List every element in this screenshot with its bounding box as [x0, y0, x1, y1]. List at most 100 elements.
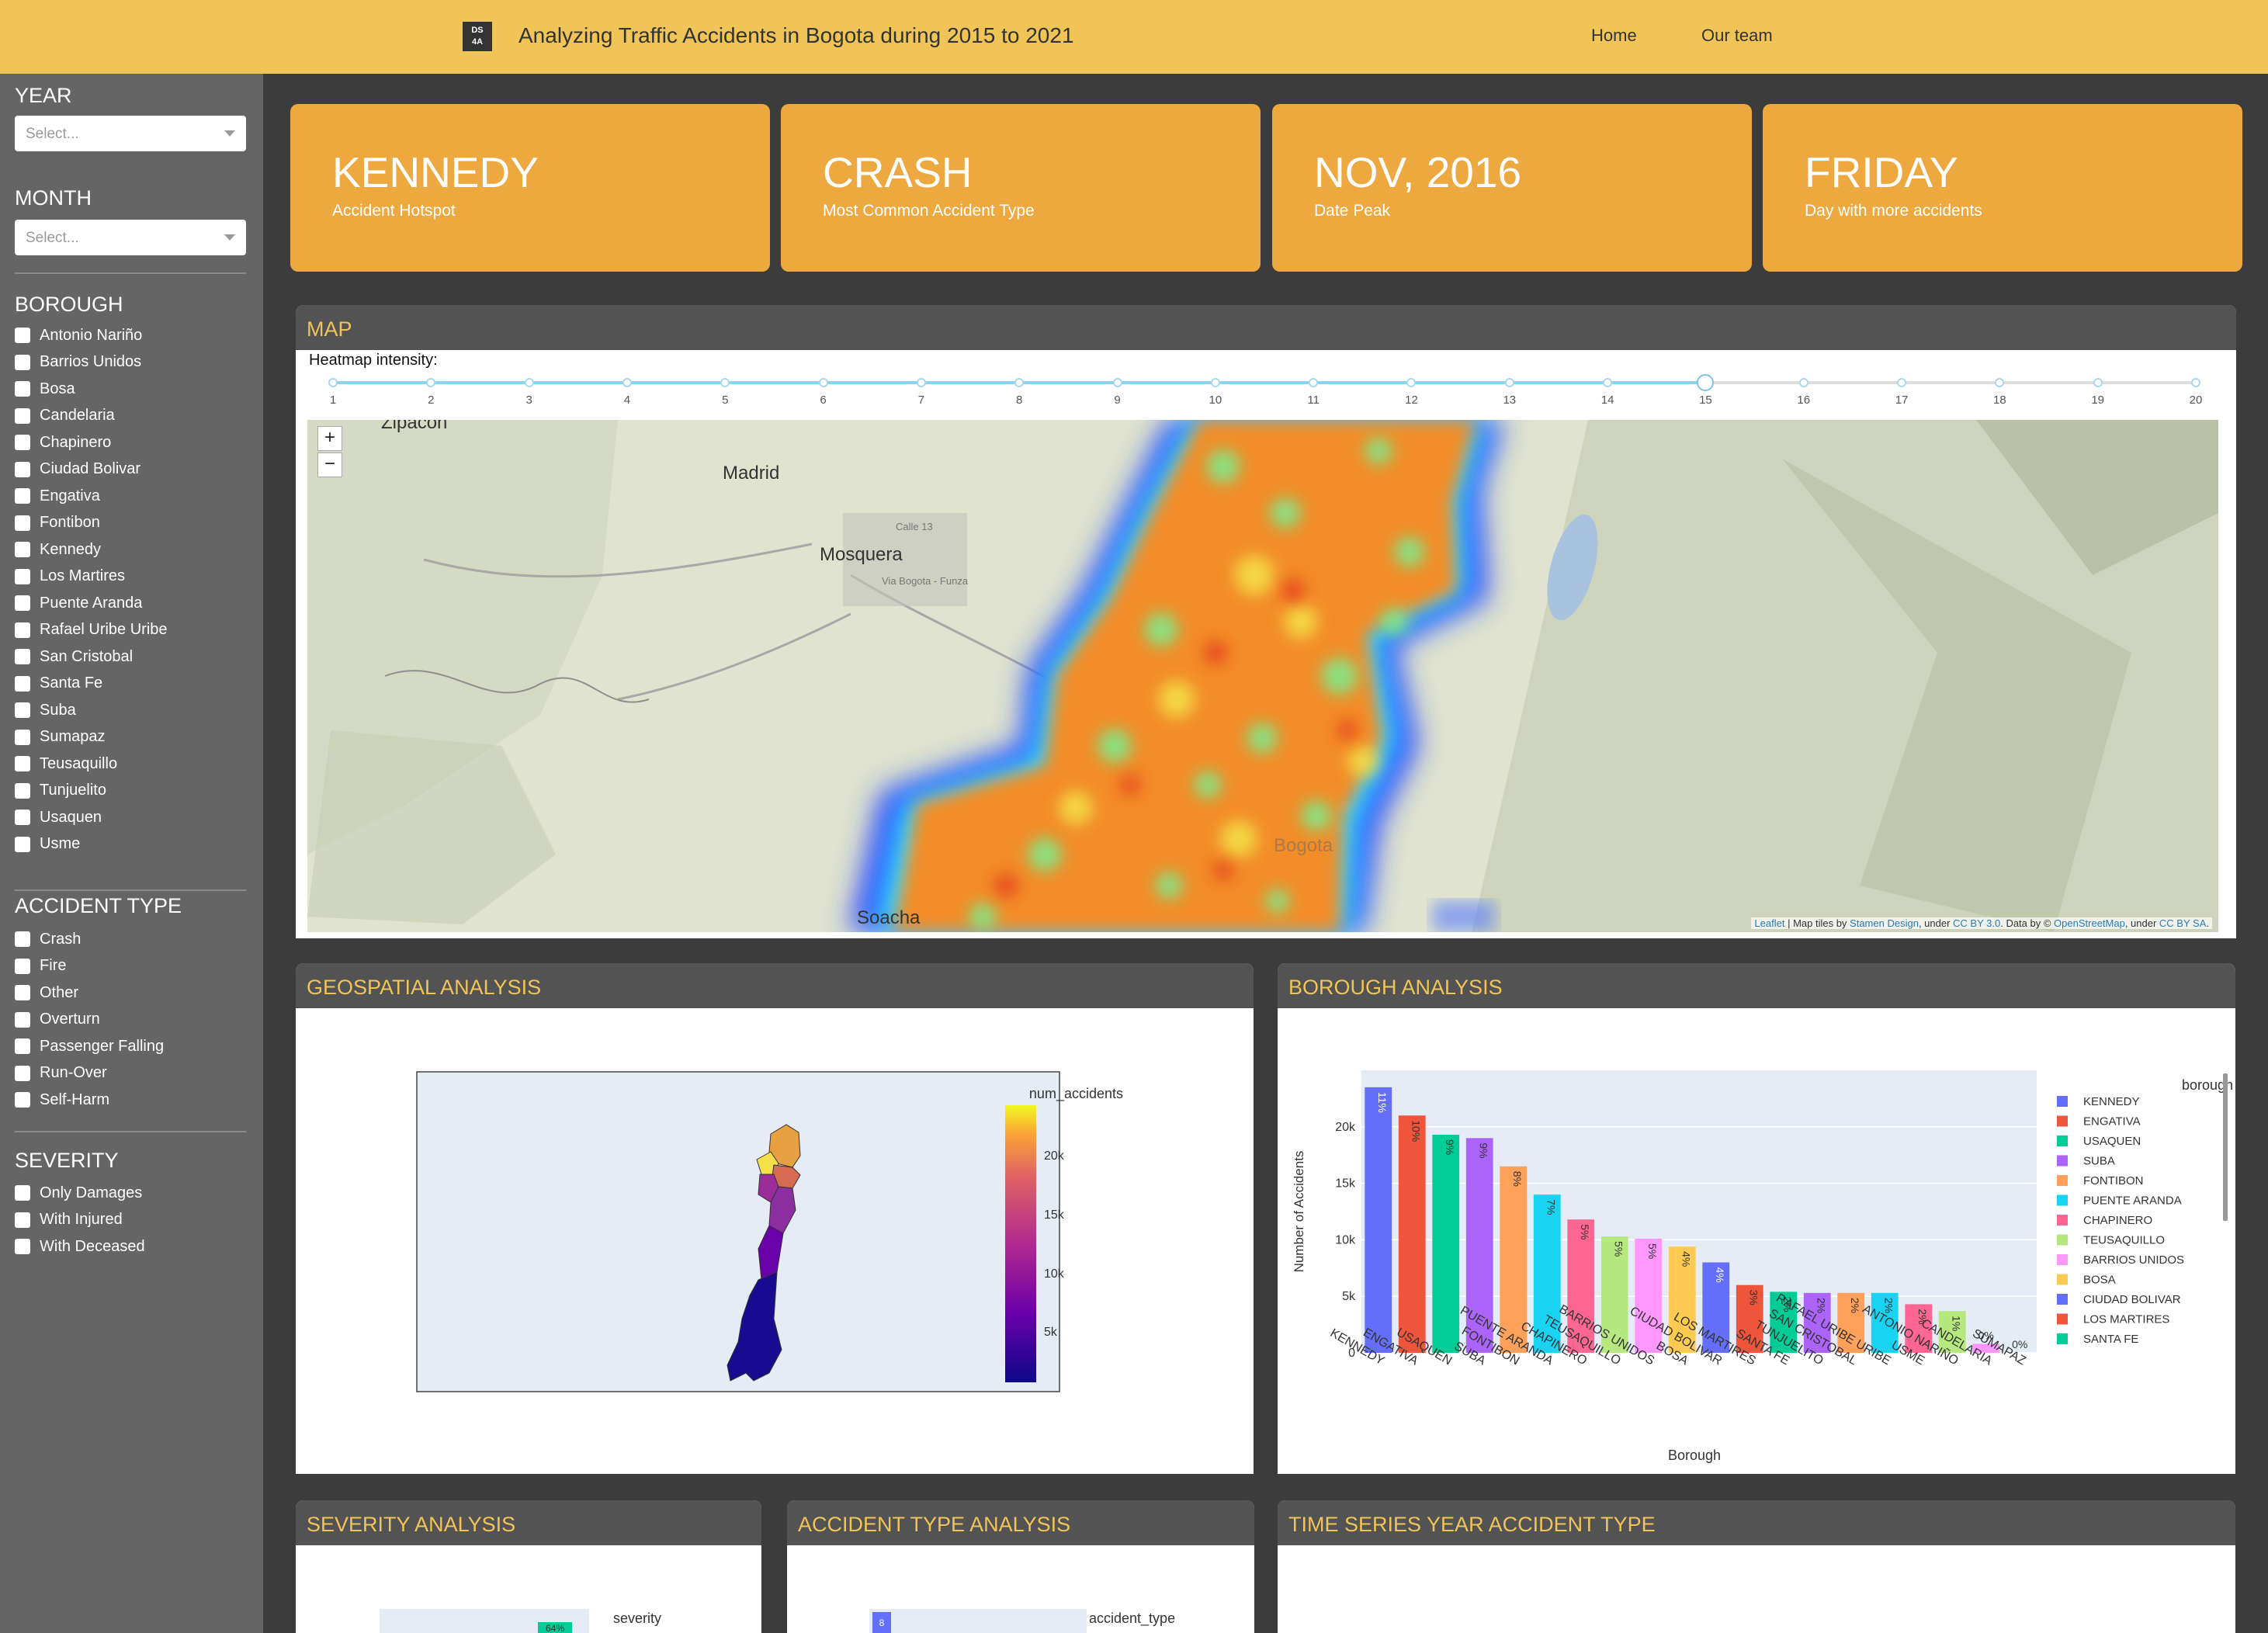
borough-checkbox[interactable] — [15, 836, 30, 852]
accident-type-checkbox-row[interactable]: Run-Over — [15, 1060, 107, 1087]
choropleth-chart[interactable]: num_accidents 20k 15k 10k 5k — [296, 1008, 1254, 1474]
nav-our-team-link[interactable]: Our team — [1701, 26, 1773, 46]
borough-checkbox-row[interactable]: Rafael Uribe Uribe — [15, 617, 168, 643]
slider-tick-dot[interactable] — [916, 378, 926, 387]
borough-checkbox[interactable] — [15, 649, 30, 664]
slider-tick-dot[interactable] — [1014, 378, 1025, 387]
borough-checkbox-row[interactable]: San Cristobal — [15, 643, 133, 670]
legend-swatch[interactable] — [2057, 1274, 2068, 1285]
cc-by-sa-link[interactable]: CC BY SA — [2159, 917, 2206, 929]
accident-type-checkbox-row[interactable]: Overturn — [15, 1007, 100, 1033]
slider-tick-dot[interactable] — [426, 378, 436, 387]
legend-swatch[interactable] — [2057, 1294, 2068, 1305]
borough-checkbox[interactable] — [15, 756, 30, 771]
heatmap-intensity-slider[interactable]: 1 2 3 4 5 6 7 8 9 10 11 12 13 14 15 16 17 18 19 20 — [328, 374, 2202, 407]
legend-item-label[interactable]: LOS MARTIRES — [2083, 1313, 2169, 1326]
accident-type-checkbox-row[interactable]: Fire — [15, 953, 66, 979]
borough-checkbox[interactable] — [15, 595, 30, 611]
accident-type-checkbox[interactable] — [15, 1092, 30, 1108]
slider-tick-dot[interactable] — [2093, 378, 2103, 387]
accident-type-checkbox-row[interactable]: Passenger Falling — [15, 1033, 164, 1059]
borough-checkbox[interactable] — [15, 782, 30, 799]
borough-checkbox[interactable] — [15, 488, 30, 504]
borough-checkbox-row[interactable]: Santa Fe — [15, 671, 102, 697]
borough-checkbox-row[interactable]: Antonio Nariño — [15, 322, 142, 348]
borough-checkbox-row[interactable]: Kennedy — [15, 536, 101, 563]
borough-checkbox[interactable] — [15, 515, 30, 531]
legend-item-label[interactable]: USAQUEN — [2083, 1135, 2141, 1148]
heatmap-map[interactable]: + − Zipacon Madrid Mosquera Bogota Soach… — [307, 420, 2218, 932]
slider-handle[interactable] — [1697, 374, 1715, 391]
stamen-link[interactable]: Stamen Design — [1850, 917, 1919, 929]
borough-checkbox-row[interactable]: Los Martires — [15, 563, 125, 590]
borough-bar-chart[interactable]: 05k10k15k20k 11%10%9% 9%8%7%5%5% 5%4%4%3% 2… — [1278, 1008, 2235, 1474]
legend-item-label[interactable]: BARRIOS UNIDOS — [2083, 1253, 2184, 1267]
borough-checkbox[interactable] — [15, 622, 30, 638]
slider-tick-dot[interactable] — [1309, 378, 1319, 387]
accident-type-chart[interactable]: 8 accident_type — [787, 1545, 1254, 1633]
borough-checkbox[interactable] — [15, 675, 30, 692]
severity-checkbox[interactable] — [15, 1212, 30, 1228]
legend-item-label[interactable]: SANTA FE — [2083, 1333, 2138, 1346]
borough-checkbox-row[interactable]: Ciudad Bolivar — [15, 456, 140, 483]
month-select[interactable]: Select... — [15, 220, 246, 255]
legend-item-label[interactable]: PUENTE ARANDA — [2083, 1194, 2182, 1208]
legend-swatch[interactable] — [2057, 1313, 2068, 1325]
slider-tick-dot[interactable] — [1798, 378, 1809, 387]
year-select[interactable]: Select... — [15, 116, 246, 151]
slider-tick-dot[interactable] — [1995, 378, 2005, 387]
legend-item-label[interactable]: CHAPINERO — [2083, 1214, 2152, 1227]
borough-checkbox-row[interactable]: Puente Aranda — [15, 590, 142, 616]
zoom-out-button[interactable]: − — [317, 452, 342, 477]
borough-checkbox-row[interactable]: Usme — [15, 831, 80, 858]
borough-checkbox-row[interactable]: Fontibon — [15, 510, 100, 536]
severity-checkbox-row[interactable]: With Deceased — [15, 1233, 145, 1260]
severity-checkbox-row[interactable]: With Injured — [15, 1207, 123, 1233]
borough-checkbox-row[interactable]: Candelaria — [15, 403, 115, 429]
legend-item-label[interactable]: FONTIBON — [2083, 1174, 2144, 1187]
legend-swatch[interactable] — [2057, 1254, 2068, 1265]
slider-tick-dot[interactable] — [1897, 378, 1907, 387]
legend-swatch[interactable] — [2057, 1155, 2068, 1167]
borough-checkbox[interactable] — [15, 702, 30, 718]
borough-checkbox-row[interactable]: Engativa — [15, 483, 100, 509]
nav-home-link[interactable]: Home — [1591, 26, 1637, 46]
accident-type-checkbox[interactable] — [15, 1011, 30, 1028]
slider-tick-dot[interactable] — [720, 378, 730, 387]
accident-type-checkbox-row[interactable]: Other — [15, 979, 78, 1006]
legend-swatch[interactable] — [2057, 1194, 2068, 1206]
borough-checkbox-row[interactable]: Chapinero — [15, 429, 111, 456]
slider-tick-dot[interactable] — [328, 378, 338, 387]
borough-checkbox[interactable] — [15, 729, 30, 745]
legend-swatch[interactable] — [2057, 1215, 2068, 1226]
legend-item-label[interactable]: CIUDAD BOLIVAR — [2083, 1293, 2181, 1306]
slider-tick-dot[interactable] — [622, 378, 632, 387]
slider-tick-dot[interactable] — [524, 378, 534, 387]
legend-item-label[interactable]: KENNEDY — [2083, 1095, 2140, 1108]
legend-swatch[interactable] — [2057, 1175, 2068, 1186]
borough-checkbox-row[interactable]: Teusaquillo — [15, 751, 117, 777]
borough-checkbox[interactable] — [15, 810, 30, 825]
slider-tick-dot[interactable] — [1112, 378, 1122, 387]
borough-checkbox[interactable] — [15, 461, 30, 477]
bar-usaquen[interactable] — [1432, 1134, 1460, 1353]
borough-checkbox-row[interactable]: Tunjuelito — [15, 778, 106, 804]
slider-tick-dot[interactable] — [1406, 378, 1417, 387]
slider-tick-dot[interactable] — [2191, 378, 2200, 387]
legend-item-label[interactable]: TEUSAQUILLO — [2083, 1234, 2165, 1247]
bar-engativa[interactable] — [1398, 1115, 1426, 1353]
accident-type-checkbox[interactable] — [15, 931, 30, 947]
slider-tick-dot[interactable] — [1210, 378, 1220, 387]
borough-checkbox[interactable] — [15, 568, 30, 584]
severity-checkbox[interactable] — [15, 1239, 30, 1254]
legend-item-label[interactable]: BOSA — [2083, 1274, 2116, 1287]
severity-checkbox-row[interactable]: Only Damages — [15, 1180, 142, 1206]
legend-item-label[interactable]: ENGATIVA — [2083, 1115, 2141, 1129]
borough-checkbox-row[interactable]: Usaquen — [15, 804, 102, 830]
borough-checkbox-row[interactable]: Suba — [15, 697, 76, 723]
accident-type-checkbox-row[interactable]: Self-Harm — [15, 1087, 109, 1113]
borough-checkbox[interactable] — [15, 435, 30, 450]
borough-checkbox[interactable] — [15, 381, 30, 397]
accident-type-checkbox[interactable] — [15, 1038, 30, 1054]
borough-checkbox-row[interactable]: Bosa — [15, 376, 75, 402]
